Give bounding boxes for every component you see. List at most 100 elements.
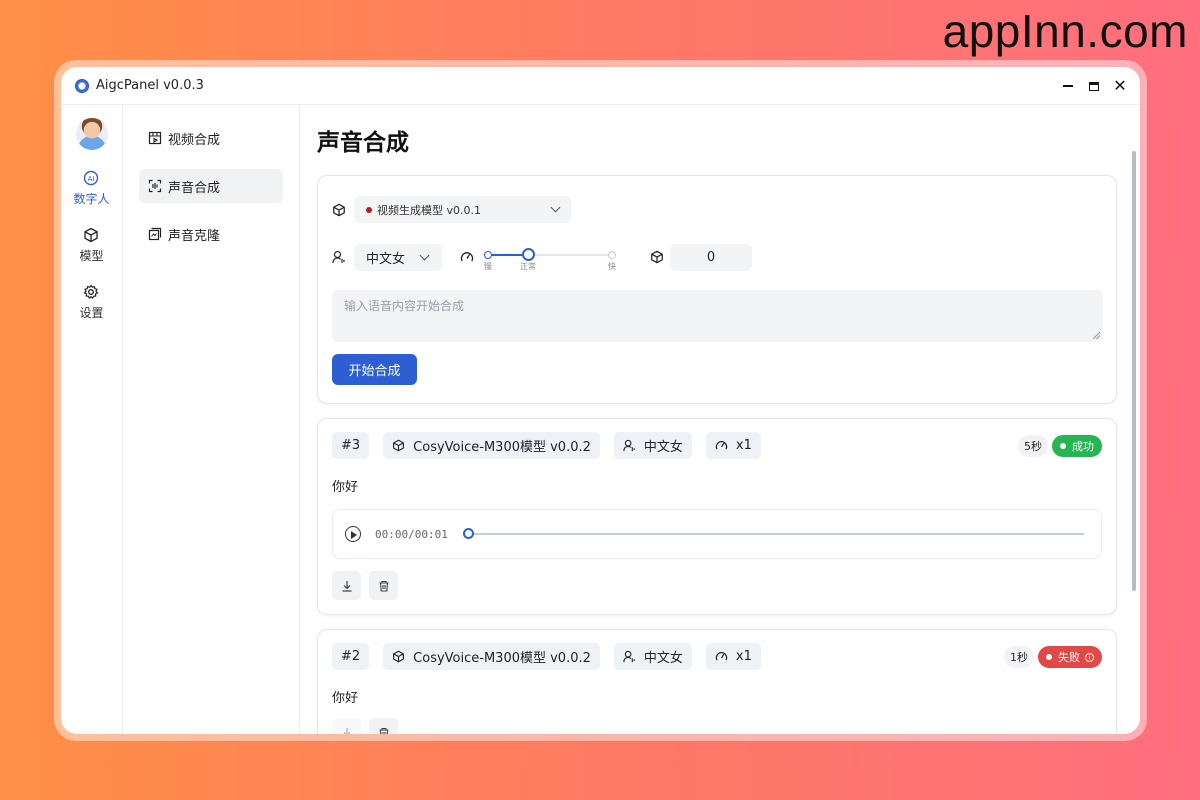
task-status-group: 1秒 失败 i: [1004, 646, 1102, 668]
slider-label-slow: 慢: [484, 262, 492, 271]
text-input[interactable]: 输入语音内容开始合成: [332, 290, 1103, 342]
task-id-tag: #2: [332, 643, 370, 670]
titlebar: AigcPanel v0.0.3 ✕: [61, 67, 1140, 105]
speed-icon: [715, 652, 728, 661]
minimize-button[interactable]: [1062, 80, 1074, 92]
rail-label: 数字人: [73, 192, 110, 206]
speed-slider[interactable]: 慢 正常 快: [484, 242, 616, 272]
download-button[interactable]: [332, 718, 361, 734]
task-voice-label: 中文女: [643, 651, 683, 666]
subnav-label: 声音合成: [168, 180, 221, 196]
task-model-label: CosyVoice-M300模型 v0.0.2: [413, 440, 591, 455]
task-model-label: CosyVoice-M300模型 v0.0.2: [413, 651, 591, 666]
task-text: 你好: [332, 480, 359, 495]
ai-icon: AI: [83, 170, 99, 186]
delete-button[interactable]: [369, 571, 398, 600]
close-button[interactable]: ✕: [1113, 78, 1126, 94]
duration-badge: 1秒: [1004, 646, 1034, 668]
task-model-tag: CosyVoice-M300模型 v0.0.2: [383, 643, 600, 670]
rail-label: 设置: [79, 306, 104, 320]
user-voice-icon: [623, 439, 635, 452]
status-label: 成功: [1072, 440, 1094, 453]
info-icon[interactable]: i: [1085, 652, 1094, 662]
player-time: 00:00/00:01: [375, 527, 448, 541]
watermark: appInn.com: [942, 5, 1188, 57]
minimize-icon: [1063, 85, 1073, 87]
trash-icon: [379, 580, 388, 592]
synthesis-form-card: 视频生成模型 v0.0.1 中文女 慢 正常 快 0 输入语音内容开始合成 开始…: [317, 175, 1117, 404]
cube-icon: [83, 227, 99, 243]
chevron-down-icon: [550, 202, 561, 213]
page-title: 声音合成: [317, 130, 409, 156]
task-actions: [332, 571, 1102, 600]
scrollbar[interactable]: [1132, 151, 1136, 591]
rail-item-settings[interactable]: 设置: [79, 284, 104, 321]
status-dot: [1060, 443, 1066, 449]
download-button[interactable]: [332, 571, 361, 600]
status-badge: 成功: [1052, 435, 1102, 457]
window-title: AigcPanel v0.0.3: [96, 78, 204, 93]
text-input-placeholder: 输入语音内容开始合成: [344, 299, 465, 313]
download-icon: [343, 727, 350, 734]
chevron-down-icon: [419, 250, 430, 260]
cube-icon: [393, 650, 405, 663]
model-row: 视频生成模型 v0.0.1: [332, 196, 1102, 223]
model-status-dot: [366, 206, 372, 213]
subnav-item-video-synthesis[interactable]: 视频合成: [139, 121, 283, 155]
status-dot: [1046, 654, 1052, 660]
task-text: 你好: [332, 691, 359, 706]
audio-player: 00:00/00:01: [332, 509, 1102, 559]
subnav-item-voice-clone[interactable]: 声音克隆: [139, 217, 283, 251]
resize-grip-icon[interactable]: [1093, 332, 1100, 339]
voice-select-value: 中文女: [366, 251, 406, 267]
app-window: AigcPanel v0.0.3 ✕ AI 数字人 模型 设置 视频合成 声音合…: [61, 67, 1140, 734]
player-progress-track[interactable]: [471, 533, 1084, 535]
slider-mark-slow: [484, 251, 492, 259]
task-speed-tag: x1: [705, 643, 761, 670]
task-speed-label: x1: [735, 438, 752, 453]
status-label: 失败: [1058, 651, 1080, 664]
task-card: #2 CosyVoice-M300模型 v0.0.2 中文女 x1 1秒 失败 …: [317, 629, 1117, 734]
slider-label-fast: 快: [608, 262, 616, 271]
rail-item-digital-human[interactable]: AI 数字人: [73, 170, 110, 207]
slider-label-normal: 正常: [520, 262, 536, 271]
user-voice-icon: [623, 650, 635, 663]
voice-select[interactable]: 中文女: [354, 243, 442, 271]
trash-icon: [379, 727, 388, 734]
model-select[interactable]: 视频生成模型 v0.0.1: [354, 196, 571, 223]
delete-button[interactable]: [369, 718, 398, 734]
task-status-group: 5秒 成功: [1018, 435, 1102, 457]
task-model-tag: CosyVoice-M300模型 v0.0.2: [383, 432, 600, 459]
task-speed-tag: x1: [705, 432, 761, 459]
task-actions: [332, 718, 1102, 734]
play-icon[interactable]: [345, 526, 361, 542]
download-icon: [342, 580, 351, 592]
sub-sidebar: 视频合成 声音合成 声音克隆: [123, 105, 300, 734]
params-row: 中文女 慢 正常 快 0: [332, 242, 1102, 272]
seed-input[interactable]: 0: [670, 243, 752, 271]
duration-badge: 5秒: [1018, 435, 1048, 457]
user-voice-icon: [332, 250, 345, 264]
copy-icon: [148, 227, 162, 241]
avatar[interactable]: [75, 118, 108, 150]
status-badge[interactable]: 失败 i: [1038, 646, 1102, 668]
gear-icon: [83, 284, 99, 300]
player-progress-thumb[interactable]: [463, 528, 474, 539]
task-tags: #3 CosyVoice-M300模型 v0.0.2 中文女 x1: [332, 432, 1102, 459]
subnav-label: 视频合成: [168, 132, 221, 148]
task-speed-label: x1: [735, 649, 752, 664]
maximize-button[interactable]: [1088, 80, 1100, 92]
task-voice-tag: 中文女: [613, 432, 692, 459]
window-frame: AigcPanel v0.0.3 ✕ AI 数字人 模型 设置 视频合成 声音合…: [54, 60, 1147, 741]
svg-text:AI: AI: [88, 175, 95, 183]
window-controls: ✕: [1062, 67, 1127, 105]
slider-thumb[interactable]: [522, 248, 535, 261]
task-card: #3 CosyVoice-M300模型 v0.0.2 中文女 x1 5秒 成功 …: [317, 418, 1117, 615]
model-select-value: 视频生成模型 v0.0.1: [377, 203, 481, 217]
rail-item-model[interactable]: 模型: [79, 227, 104, 264]
maximize-icon: [1089, 81, 1099, 91]
left-rail: AI 数字人 模型 设置: [61, 105, 123, 734]
speed-icon: [715, 441, 728, 450]
subnav-item-voice-synthesis[interactable]: 声音合成: [139, 169, 283, 203]
start-synthesis-button[interactable]: 开始合成: [332, 354, 417, 385]
